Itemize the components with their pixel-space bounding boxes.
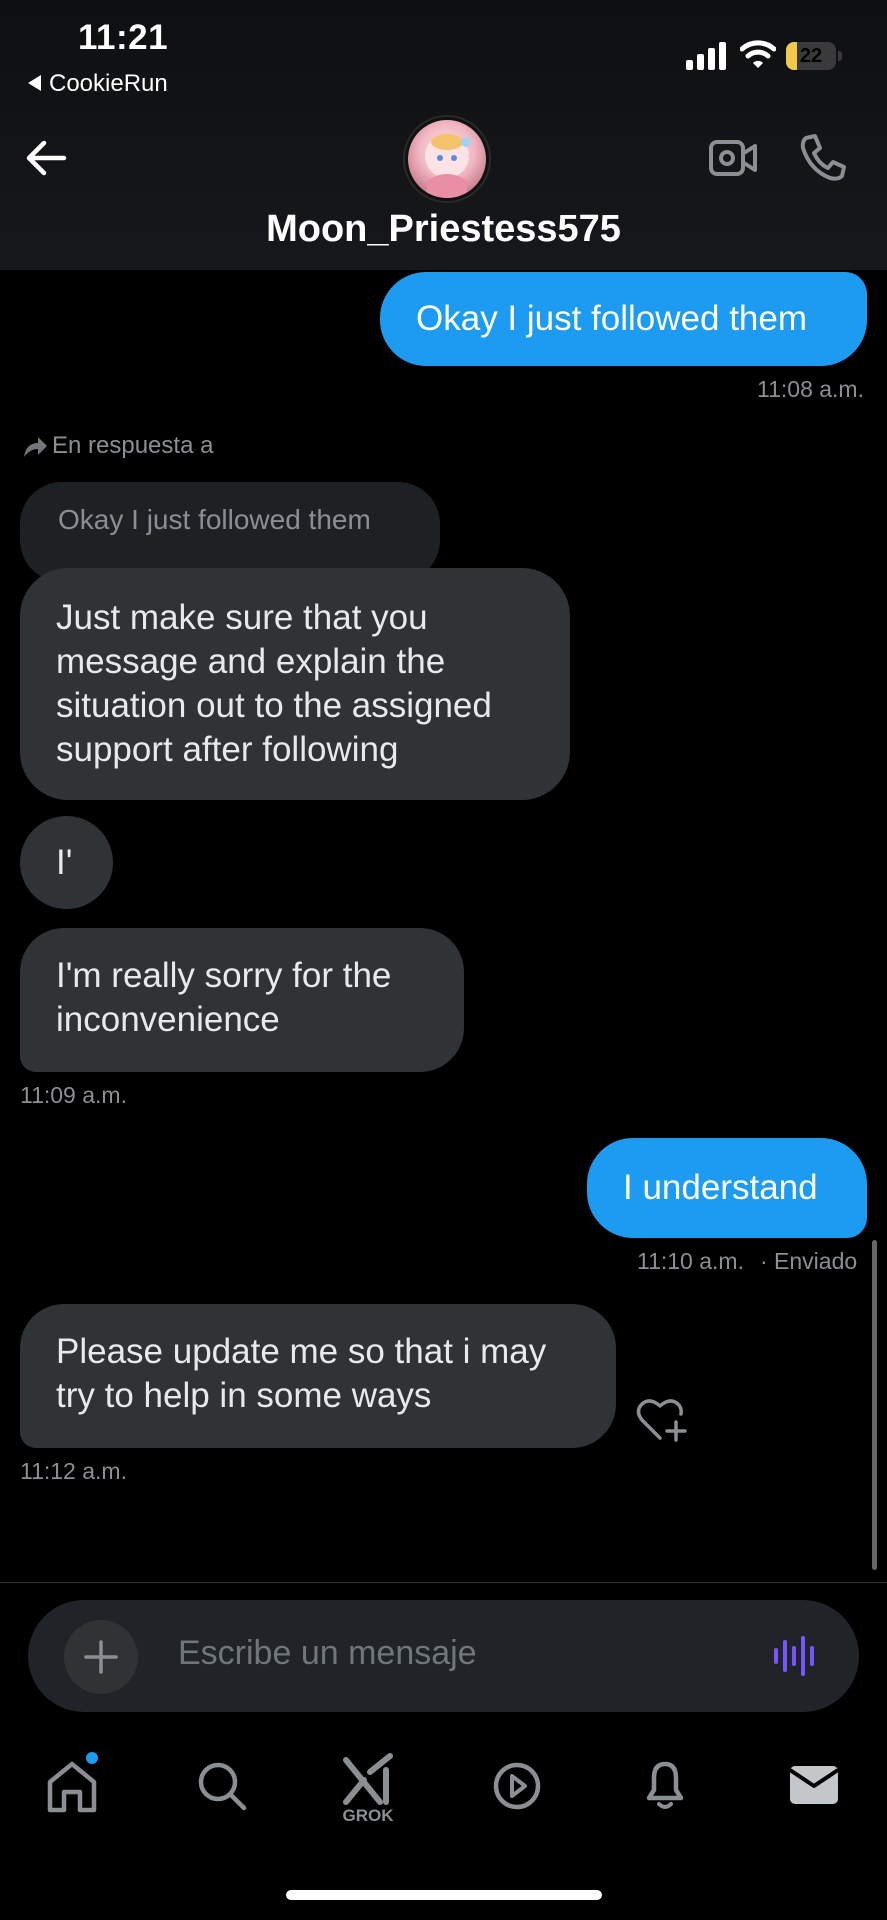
bell-icon[interactable] [637,1752,693,1816]
message-line: inconvenience [56,1000,280,1039]
message-bubble-outgoing[interactable]: Okay I just followed them [380,272,867,366]
voice-message-icon[interactable] [772,1634,820,1678]
message-bubble-incoming[interactable]: Just make sure that you message and expl… [20,568,570,800]
battery-nub [838,51,842,61]
grok-icon[interactable] [340,1748,396,1812]
message-status: · Enviado [760,1248,858,1274]
wifi-icon [740,40,776,68]
message-bubble-outgoing[interactable]: I understand [587,1138,867,1238]
back-to-app-link[interactable]: CookieRun [28,70,168,98]
message-input[interactable]: Escribe un mensaje [178,1634,477,1673]
video-call-icon[interactable] [708,136,758,180]
message-bubble-incoming[interactable]: Please update me so that i may try to he… [20,1304,616,1448]
contact-name[interactable]: Moon_Priestess575 [0,208,887,251]
message-timestamp: 11:10 a.m. [637,1248,744,1274]
message-line: Just make sure that you [56,598,428,637]
plus-icon [84,1640,118,1674]
status-time: 11:21 [78,18,169,57]
message-line: try to help in some ways [56,1376,432,1415]
search-icon[interactable] [194,1752,250,1816]
message-timestamp: 11:08 a.m. [757,376,864,402]
grok-label: GROK [342,1806,394,1825]
video-play-icon[interactable] [489,1752,545,1816]
back-app-label: CookieRun [49,70,168,97]
back-arrow-icon[interactable] [24,138,68,178]
reply-label: En respuesta a [52,432,214,459]
back-triangle-icon [28,74,41,91]
avatar-artwork [425,134,471,198]
battery-percent: 22 [799,45,823,67]
phone-call-icon[interactable] [798,132,848,182]
message-timestamp: 11:12 a.m. [20,1458,127,1484]
reply-arrow-icon [24,436,47,457]
message-line: support after following [56,730,399,769]
home-indicator[interactable] [286,1890,602,1900]
message-line: Please update me so that i may [56,1332,547,1371]
add-reaction-heart-icon[interactable] [636,1396,688,1444]
message-timestamp: 11:09 a.m. [20,1082,127,1108]
message-bubble-incoming[interactable]: I'm really sorry for the inconvenience [20,928,464,1072]
attach-button[interactable] [64,1620,138,1694]
message-line: situation out to the assigned [56,686,492,725]
contact-avatar[interactable] [405,117,489,201]
mail-icon[interactable] [786,1752,842,1816]
chat-scrollbar[interactable] [872,1240,877,1570]
battery-indicator: 22 [786,42,844,72]
composer-divider [0,1582,887,1583]
notification-dot [86,1752,98,1764]
message-line: message and explain the [56,642,446,681]
reply-quote-bubble[interactable]: Okay I just followed them [20,482,440,582]
cellular-signal-icon [686,42,726,70]
reply-indicator: En respuesta a [22,432,213,460]
message-bubble-incoming[interactable]: I' [20,816,113,909]
message-line: I'm really sorry for the [56,956,392,995]
